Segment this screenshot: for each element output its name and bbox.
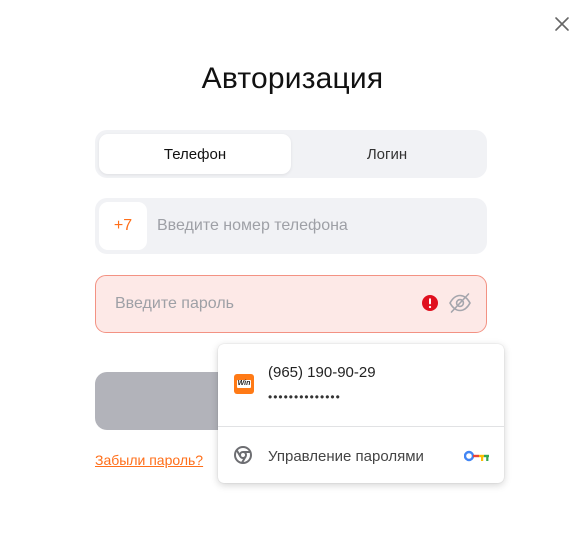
saved-password-mask: ••••••••••••••	[268, 390, 341, 404]
phone-field: +7	[95, 198, 487, 254]
site-favicon-text: Win	[236, 380, 252, 388]
chrome-icon	[234, 446, 252, 464]
close-icon	[555, 17, 569, 31]
key-icon	[464, 450, 489, 462]
password-input[interactable]	[115, 276, 405, 331]
saved-username: (965) 190-90-29	[268, 364, 376, 381]
eye-slash-icon[interactable]	[448, 292, 472, 314]
password-autofill-popup: Win (965) 190-90-29 •••••••••••••• Управ…	[218, 344, 504, 483]
saved-credential-item[interactable]: Win (965) 190-90-29 ••••••••••••••	[218, 344, 504, 426]
manage-passwords-label: Управление паролями	[268, 448, 424, 465]
phone-input[interactable]	[157, 198, 477, 254]
close-button[interactable]	[550, 12, 574, 36]
manage-passwords-item[interactable]: Управление паролями	[218, 427, 504, 483]
tab-phone[interactable]: Телефон	[99, 134, 291, 174]
tab-login[interactable]: Логин	[291, 134, 483, 174]
country-code-prefix[interactable]: +7	[99, 202, 147, 250]
password-field	[95, 275, 487, 333]
site-favicon: Win	[234, 374, 254, 394]
forgot-password-link[interactable]: Забыли пароль?	[95, 452, 203, 468]
dialog-title: Авторизация	[201, 62, 384, 95]
error-icon	[422, 295, 438, 311]
auth-method-tabs: Телефон Логин	[95, 130, 487, 178]
